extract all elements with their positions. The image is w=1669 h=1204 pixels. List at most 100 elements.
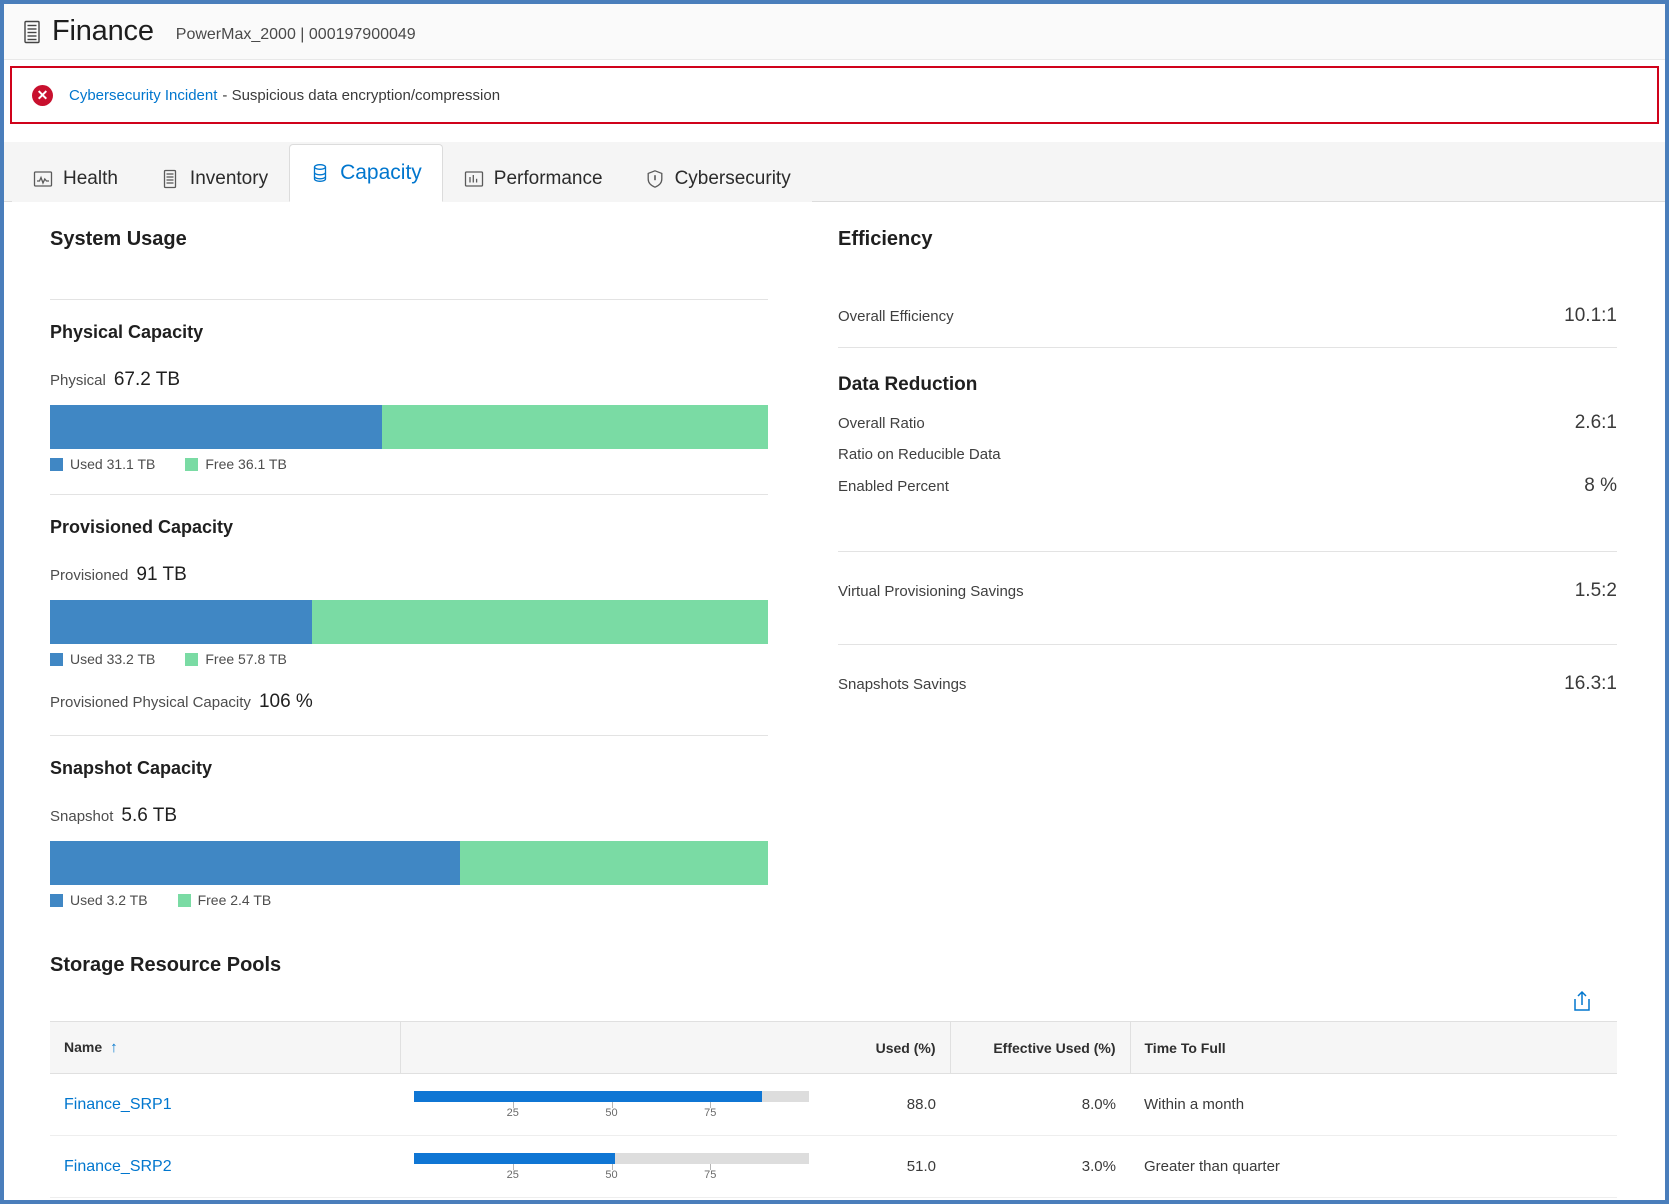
overall-efficiency-row: Overall Efficiency 10.1:1 <box>838 299 1617 333</box>
legend-item: Used 3.2 TB <box>50 892 148 908</box>
physical-capacity-title: Physical Capacity <box>50 322 204 342</box>
export-icon[interactable] <box>1571 989 1593 1013</box>
page-title: Finance <box>52 15 154 47</box>
alert-link[interactable]: Cybersecurity Incident <box>69 87 217 104</box>
page-subtitle: PowerMax_2000 | 000197900049 <box>175 25 416 43</box>
provisioned-capacity-title: Provisioned Capacity <box>50 517 234 537</box>
physical-total-value: 67.2 TB <box>113 369 181 390</box>
capacity-disk-icon <box>310 163 330 183</box>
sort-ascending-icon: ↑ <box>110 1039 118 1056</box>
overall-efficiency-label: Overall Efficiency <box>838 308 954 325</box>
storage-resource-pools-table: Name ↑ Used (%) Effective Used (%) Time T… <box>50 1021 1617 1198</box>
legend-label: Used 33.2 TB <box>70 651 156 667</box>
tab-performance[interactable]: Performance <box>442 154 624 202</box>
snapshot-total-label: Snapshot <box>50 808 114 825</box>
gauge-fill <box>414 1090 762 1102</box>
system-usage-panel: System Usage Physical Capacity Physical 6… <box>4 202 816 908</box>
tab-health[interactable]: Health <box>12 154 139 202</box>
physical-total-label: Physical <box>50 372 106 389</box>
reducible-data-label: Ratio on Reducible Data <box>838 446 1001 463</box>
cell-usage-bar: 25 50 75 <box>400 1073 830 1136</box>
tab-capacity[interactable]: Capacity <box>289 144 443 202</box>
table-body: Finance_SRP1 25 50 75 88.0 8.0% Within a… <box>50 1073 1617 1198</box>
overall-efficiency-value: 10.1:1 <box>1564 305 1617 326</box>
system-usage-title: System Usage <box>50 228 187 250</box>
physical-capacity-bar <box>50 405 768 449</box>
storage-array-icon <box>22 20 42 44</box>
tab-bar: Health Inventory Capacity Performance Cy… <box>4 142 1665 202</box>
provisioned-physical-value: 106 % <box>258 691 313 712</box>
srp-link[interactable]: Finance_SRP1 <box>64 1096 172 1113</box>
overall-ratio-value: 2.6:1 <box>1574 412 1617 433</box>
tab-label: Health <box>63 167 118 189</box>
snapshot-used-segment <box>50 841 460 885</box>
free-swatch-icon <box>185 457 199 471</box>
table-row[interactable]: Finance_SRP1 25 50 75 88.0 8.0% Within a… <box>50 1073 1617 1136</box>
legend-item: Used 33.2 TB <box>50 651 155 667</box>
legend-label: Used 3.2 TB <box>70 892 148 908</box>
overall-ratio-row: Overall Ratio 2.6:1 <box>838 406 1617 440</box>
virtual-provisioning-value: 1.5:2 <box>1574 580 1617 601</box>
alert-message: - Suspicious data encryption/compression <box>222 86 501 104</box>
virtual-provisioning-row: Virtual Provisioning Savings 1.5:2 <box>838 574 1617 608</box>
page-header: Finance PowerMax_2000 | 000197900049 <box>4 4 1665 60</box>
table-header-row: Name ↑ Used (%) Effective Used (%) Time T… <box>50 1021 1617 1074</box>
tab-inventory[interactable]: Inventory <box>138 154 290 202</box>
column-header-effective-used[interactable]: Effective Used (%) <box>949 1021 1130 1074</box>
column-header-effective-used-label: Effective Used (%) <box>993 1039 1116 1056</box>
snapshots-savings-label: Snapshots Savings <box>838 676 967 693</box>
cell-effective-used: 8.0% <box>950 1073 1130 1136</box>
physical-legend: Used 31.1 TB Free 36.1 TB <box>50 456 768 472</box>
usage-gauge: 25 50 75 <box>414 1150 809 1184</box>
column-header-time-to-full[interactable]: Time To Full <box>1129 1021 1617 1074</box>
free-swatch-icon <box>185 652 199 666</box>
legend-label: Free 2.4 TB <box>197 892 272 908</box>
usage-gauge: 25 50 75 <box>414 1088 809 1122</box>
provisioned-legend: Used 33.2 TB Free 57.8 TB <box>50 651 768 667</box>
column-header-time-to-full-label: Time To Full <box>1144 1039 1226 1056</box>
overall-ratio-label: Overall Ratio <box>838 415 925 432</box>
tab-label: Capacity <box>340 161 422 184</box>
snapshots-savings-value: 16.3:1 <box>1564 673 1617 694</box>
bar-chart-icon <box>464 169 484 189</box>
enabled-percent-row: Enabled Percent 8 % <box>838 469 1617 503</box>
cell-time-to-full: Within a month <box>1130 1073 1617 1136</box>
provisioned-total-value: 91 TB <box>136 564 187 585</box>
provisioned-free-segment <box>312 600 768 644</box>
enabled-percent-label: Enabled Percent <box>838 478 949 495</box>
alert-banner[interactable]: ✕ Cybersecurity Incident - Suspicious da… <box>10 66 1659 124</box>
data-reduction-title: Data Reduction <box>838 374 978 395</box>
column-header-name[interactable]: Name ↑ <box>50 1021 400 1074</box>
srp-link[interactable]: Finance_SRP2 <box>64 1158 172 1175</box>
snapshots-savings-row: Snapshots Savings 16.3:1 <box>838 667 1617 701</box>
used-swatch-icon <box>50 652 63 666</box>
reducible-data-row: Ratio on Reducible Data <box>838 440 1617 469</box>
gauge-tick-label: 75 <box>704 1106 717 1119</box>
provisioned-physical-label: Provisioned Physical Capacity <box>50 694 251 711</box>
provisioned-used-segment <box>50 600 313 644</box>
cell-time-to-full: Greater than quarter <box>1130 1135 1617 1198</box>
physical-used-segment <box>50 405 383 449</box>
snapshot-capacity-block: Snapshot Capacity Snapshot 5.6 TB Used 3.… <box>50 736 768 908</box>
error-circle-icon: ✕ <box>32 84 53 106</box>
gauge-tick-label: 50 <box>605 1168 618 1181</box>
table-header: Name ↑ Used (%) Effective Used (%) Time T… <box>50 1021 1617 1074</box>
cell-name: Finance_SRP2 <box>50 1135 400 1198</box>
column-header-used[interactable]: Used (%) <box>830 1021 950 1074</box>
tab-label: Performance <box>493 167 603 189</box>
snapshot-capacity-bar <box>50 841 768 885</box>
storage-resource-pools-title: Storage Resource Pools <box>50 954 282 976</box>
legend-item: Free 36.1 TB <box>185 456 287 472</box>
tab-cybersecurity[interactable]: Cybersecurity <box>623 154 812 202</box>
legend-label: Free 36.1 TB <box>205 456 287 472</box>
provisioned-capacity-block: Provisioned Capacity Provisioned 91 TB Us… <box>50 495 768 713</box>
provisioned-total: Provisioned 91 TB <box>50 564 768 586</box>
tab-label: Cybersecurity <box>674 167 791 189</box>
used-swatch-icon <box>50 893 63 907</box>
table-row[interactable]: Finance_SRP2 25 50 75 51.0 3.0% Greater … <box>50 1135 1617 1198</box>
cell-name: Finance_SRP1 <box>50 1073 400 1136</box>
provisioned-total-label: Provisioned <box>50 567 129 584</box>
inventory-icon <box>160 169 180 189</box>
virtual-provisioning-label: Virtual Provisioning Savings <box>838 583 1024 600</box>
snapshot-free-segment <box>459 841 768 885</box>
